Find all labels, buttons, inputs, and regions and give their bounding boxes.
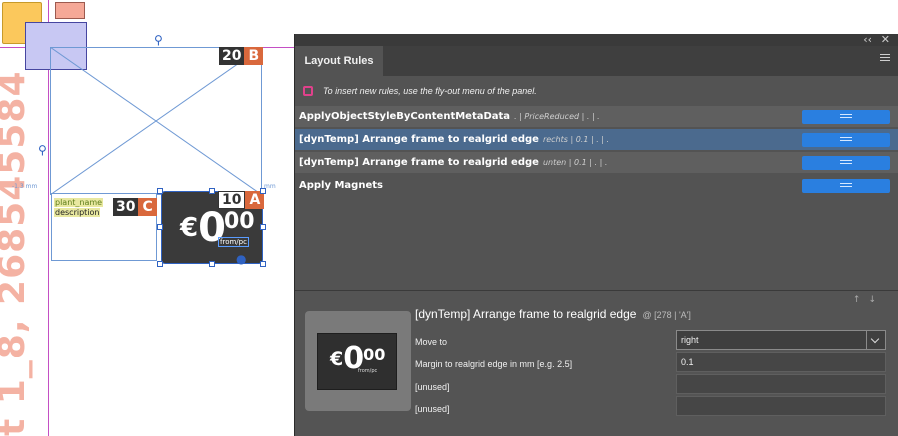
image-placeholder-frame[interactable] — [50, 47, 262, 195]
rule-name: [dynTemp] Arrange frame to realgrid edge… — [299, 134, 610, 145]
detail-ref: @ [278 | 'A'] — [642, 310, 691, 320]
rule-params: unten | 0.1 | . | . — [542, 158, 608, 167]
rule-row[interactable]: ApplyObjectStyleByContentMetaData. | Pri… — [295, 106, 898, 127]
info-row: To insert new rules, use the fly-out men… — [303, 82, 537, 100]
tag-a: 10 A — [218, 191, 265, 209]
sliders-icon — [840, 114, 852, 120]
unused-input-1[interactable] — [676, 374, 886, 394]
rule-params: rechts | 0.1 | . | . — [542, 135, 610, 144]
sliders-icon — [840, 160, 852, 166]
selection-handle[interactable] — [260, 224, 266, 230]
tag-c-number: 30 — [113, 198, 139, 216]
selection-handle[interactable] — [260, 261, 266, 267]
move-to-select[interactable]: right — [676, 330, 886, 350]
rule-row[interactable]: [dynTemp] Arrange frame to realgrid edge… — [295, 152, 898, 173]
sliders-icon — [840, 183, 852, 189]
info-text: To insert new rules, use the fly-out men… — [323, 86, 537, 96]
rule-info-icon — [303, 86, 313, 96]
hamburger-menu-icon[interactable] — [880, 54, 890, 63]
selection-handle[interactable] — [157, 261, 163, 267]
slug-vertical-text: t 1_8, 268545584 — [0, 70, 33, 436]
price-unit: from/pc — [218, 237, 249, 247]
rule-name: [dynTemp] Arrange frame to realgrid edge… — [299, 157, 608, 168]
layout-rules-panel: ‹‹ ✕ Layout Rules To insert new rules, u… — [294, 33, 898, 436]
rule-toggle-button[interactable] — [802, 110, 890, 124]
document-canvas[interactable]: t 1_8, 268545584 ⚲ ⚲ 20 B plant_name des… — [0, 0, 294, 436]
tag-a-number: 10 — [218, 191, 246, 209]
selection-handle[interactable] — [209, 188, 215, 194]
chevron-down-icon[interactable] — [866, 331, 885, 349]
price-decimals: 00 — [223, 209, 255, 234]
margin-input[interactable]: 0.1 — [676, 352, 886, 372]
tab-layout-rules[interactable]: Layout Rules — [295, 46, 383, 76]
detail-title: [dynTemp] Arrange frame to realgrid edge… — [415, 307, 691, 321]
selection-handle[interactable] — [209, 261, 215, 267]
selection-handle[interactable] — [157, 224, 163, 230]
rule-toggle-button[interactable] — [802, 133, 890, 147]
selection-handle[interactable] — [157, 188, 163, 194]
tag-b-letter: B — [244, 47, 264, 65]
panel-tabbar — [295, 46, 898, 76]
pink-rect-frame[interactable] — [55, 2, 85, 19]
dimension-marker: mm — [264, 183, 276, 190]
rule-preview: €000 from/pc — [305, 311, 411, 411]
plant-name-text: plant_name — [54, 198, 104, 207]
rule-toggle-button[interactable] — [802, 179, 890, 193]
tag-b-number: 20 — [219, 47, 245, 65]
description-text: description — [54, 208, 101, 217]
anchor-icon[interactable]: ● — [236, 252, 246, 266]
tag-c: 30 C — [113, 198, 157, 216]
rule-row[interactable]: Apply Magnets — [295, 175, 898, 196]
rule-params: . | PriceReduced | . | . — [514, 112, 600, 121]
price-currency: € — [180, 213, 199, 243]
rule-row-selected[interactable]: [dynTemp] Arrange frame to realgrid edge… — [295, 129, 898, 150]
rule-name: ApplyObjectStyleByContentMetaData. | Pri… — [299, 111, 600, 122]
pin-icon[interactable]: ⚲ — [154, 33, 163, 47]
placeholder-cross — [50, 47, 262, 195]
dimension-marker: -1.3 mm — [12, 183, 38, 190]
field-label-move-to: Move to — [415, 337, 448, 347]
rule-toggle-button[interactable] — [802, 156, 890, 170]
close-icon[interactable]: ✕ — [881, 33, 890, 47]
pin-icon[interactable]: ⚲ — [38, 143, 47, 157]
sliders-icon — [840, 137, 852, 143]
tag-b: 20 B — [219, 47, 264, 65]
unused-input-2[interactable] — [676, 396, 886, 416]
preview-price-card: €000 from/pc — [317, 333, 397, 390]
field-label-unused-2: [unused] — [415, 404, 450, 414]
tag-c-letter: C — [138, 198, 157, 216]
rule-details-section: ↑↓ €000 from/pc [dynTemp] Arrange frame … — [295, 290, 898, 436]
collapse-icon[interactable]: ‹‹ — [863, 33, 872, 47]
rule-name: Apply Magnets — [299, 180, 383, 191]
field-label-margin: Margin to realgrid edge in mm [e.g. 2.5] — [415, 359, 573, 369]
panel-titlebar: ‹‹ ✕ — [295, 33, 898, 47]
move-up-down-icons[interactable]: ↑↓ — [853, 295, 884, 305]
preview-unit: from/pc — [358, 368, 378, 374]
field-label-unused-1: [unused] — [415, 382, 450, 392]
